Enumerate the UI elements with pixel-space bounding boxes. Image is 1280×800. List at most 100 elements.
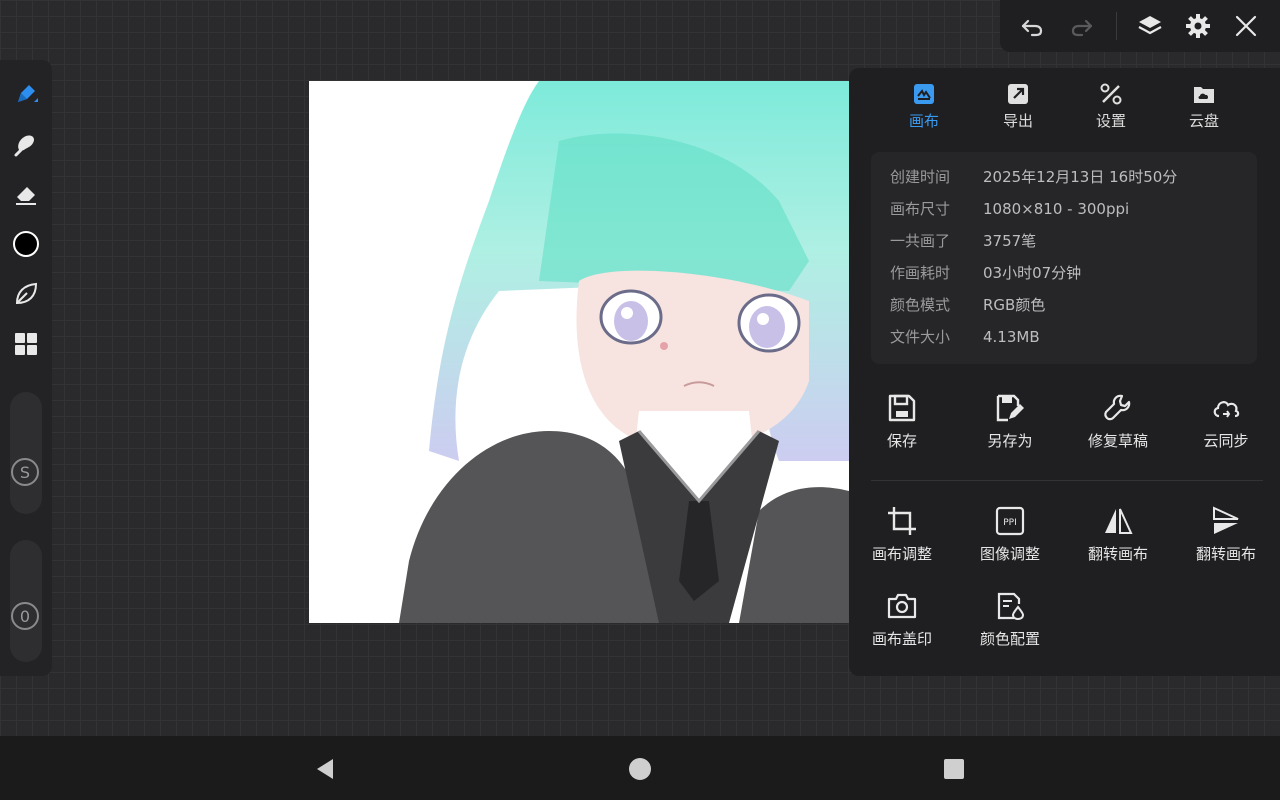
flip-horizontal-button[interactable]: 翻转画布 [1066,505,1170,575]
save-icon [886,392,918,424]
brush-size-slider[interactable]: S [10,392,42,514]
info-row-strokes: 一共画了 3757笔 [890,231,1036,251]
info-value: 3757笔 [983,232,1037,250]
close-icon [1232,12,1260,40]
leaf-tool-button[interactable] [6,274,46,314]
save-button[interactable]: 保存 [850,392,954,462]
info-key: 作画耗时 [890,264,951,282]
flip-vertical-label: 翻转画布 [1195,545,1256,563]
canvas-adjust-label: 画布调整 [871,545,932,563]
settings-icon [1099,82,1123,106]
layers-button[interactable] [1130,6,1170,46]
settings-button[interactable] [1178,6,1218,46]
repair-wrench-icon [1102,392,1134,424]
system-nav-bar [0,736,1280,800]
home-button[interactable] [627,756,653,782]
undo-button[interactable] [1012,6,1052,46]
flip-horizontal-icon [1102,505,1134,537]
crop-icon [886,505,918,537]
tab-cloud-drive-label: 云盘 [1188,112,1219,130]
info-key: 一共画了 [890,232,951,250]
info-row-size: 画布尺寸 1080×810 - 300ppi [890,199,1129,219]
drawing-canvas[interactable] [309,81,849,623]
tab-canvas[interactable]: 画布 [884,82,964,138]
canvas-stamp-button[interactable]: 画布盖印 [850,590,954,660]
color-swatch [12,230,40,258]
flip-vertical-icon [1210,505,1242,537]
ppi-icon: PPI [994,505,1026,537]
pen-tool-button[interactable] [6,74,46,114]
cloud-sync-label: 云同步 [1203,432,1249,450]
info-key: 画布尺寸 [890,200,951,218]
toolbar-divider [1116,12,1117,40]
pen-icon [12,80,40,108]
export-icon [1006,82,1030,106]
eraser-icon [12,180,40,208]
left-toolbar: S 0 [0,60,52,676]
info-value: 03小时07分钟 [983,264,1082,282]
flip-horizontal-label: 翻转画布 [1087,545,1148,563]
top-toolbar [1000,0,1280,52]
info-row-created: 创建时间 2025年12月13日 16时50分 [890,167,1177,187]
leaf-icon [12,280,40,308]
back-button[interactable] [312,756,338,782]
info-value: 4.13MB [983,328,1040,346]
smudge-icon [12,130,40,158]
cloud-sync-icon [1210,392,1242,424]
redo-button[interactable] [1062,6,1102,46]
opacity-slider[interactable]: 0 [10,540,42,662]
panel-divider [871,480,1263,481]
info-row-color-mode: 颜色模式 RGB颜色 [890,295,1045,315]
opacity-knob[interactable]: 0 [11,602,39,630]
save-as-label: 另存为 [987,432,1033,450]
cloud-sync-button[interactable]: 云同步 [1174,392,1278,462]
layers-icon [1136,12,1164,40]
info-value: RGB颜色 [983,296,1046,314]
image-adjust-label: 图像调整 [979,545,1040,563]
canvas-stamp-label: 画布盖印 [871,630,932,648]
color-picker-button[interactable] [6,224,46,264]
flip-vertical-button[interactable]: 翻转画布 [1174,505,1278,575]
save-label: 保存 [886,432,917,450]
tab-canvas-label: 画布 [908,112,939,130]
tab-export[interactable]: 导出 [978,82,1058,138]
camera-stamp-icon [886,590,918,622]
info-key: 文件大小 [890,328,951,346]
info-value: 1080×810 - 300ppi [983,200,1130,218]
brush-size-knob[interactable]: S [11,458,39,486]
grid-icon [12,330,40,358]
info-value: 2025年12月13日 16时50分 [983,168,1178,186]
eraser-tool-button[interactable] [6,174,46,214]
canvas-info-panel: 画布 导出 设置 云盘 创建时间 2025年12月13日 16时50分 画布尺寸 1… [849,68,1280,676]
cloud-drive-icon [1192,82,1216,106]
image-adjust-button[interactable]: PPI 图像调整 [958,505,1062,575]
canvas-icon [912,82,936,106]
info-row-duration: 作画耗时 03小时07分钟 [890,263,1081,283]
color-profile-label: 颜色配置 [979,630,1040,648]
recents-button[interactable] [941,756,967,782]
color-profile-icon [994,590,1026,622]
info-row-file-size: 文件大小 4.13MB [890,327,1040,347]
undo-icon [1018,12,1046,40]
repair-draft-label: 修复草稿 [1087,432,1148,450]
tab-export-label: 导出 [1002,112,1033,130]
tab-settings-label: 设置 [1095,112,1126,130]
color-profile-button[interactable]: 颜色配置 [958,590,1062,660]
tab-cloud-drive[interactable]: 云盘 [1164,82,1244,138]
canvas-adjust-button[interactable]: 画布调整 [850,505,954,575]
smudge-tool-button[interactable] [6,124,46,164]
repair-draft-button[interactable]: 修复草稿 [1066,392,1170,462]
redo-icon [1068,12,1096,40]
recents-icon [942,757,966,781]
home-icon [628,757,652,781]
canvas-info-card: 创建时间 2025年12月13日 16时50分 画布尺寸 1080×810 - 30… [871,152,1257,364]
save-as-button[interactable]: 另存为 [958,392,1062,462]
close-button[interactable] [1226,6,1266,46]
info-key: 颜色模式 [890,296,951,314]
save-as-icon [994,392,1026,424]
info-key: 创建时间 [890,168,951,186]
artwork-illustration [399,81,849,623]
back-icon [313,757,337,781]
tab-settings[interactable]: 设置 [1071,82,1151,138]
grid-tool-button[interactable] [6,324,46,364]
